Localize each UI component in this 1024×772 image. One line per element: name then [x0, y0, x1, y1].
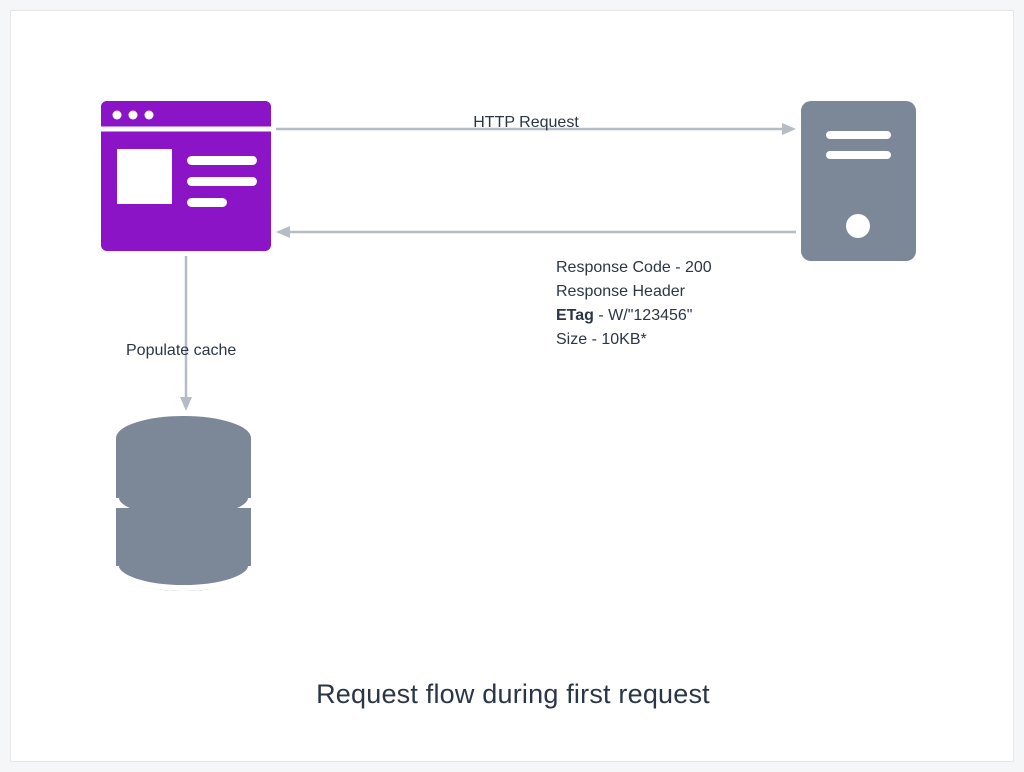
populate-cache-label: Populate cache: [126, 342, 256, 360]
database-icon: [116, 416, 251, 591]
response-code-line: Response Code - 200: [556, 256, 712, 280]
response-etag-value: W/"123456": [608, 307, 692, 324]
response-etag-line: ETag - W/"123456": [556, 304, 712, 328]
populate-cache-arrow: [179, 256, 193, 411]
response-size-value: 10KB*: [601, 331, 646, 348]
diagram-canvas: HTTP Request Populate cache Response Cod…: [10, 10, 1014, 762]
http-request-label: HTTP Request: [441, 114, 611, 132]
response-size-label: Size: [556, 331, 587, 348]
diagram-title: Request flow during first request: [11, 679, 1015, 710]
response-size-line: Size - 10KB*: [556, 328, 712, 352]
response-header-line: Response Header: [556, 280, 712, 304]
response-code-label: Response Code: [556, 259, 671, 276]
response-etag-label: ETag: [556, 307, 594, 324]
browser-icon: [101, 101, 271, 251]
response-details: Response Code - 200 Response Header ETag…: [556, 256, 712, 352]
response-code-value: 200: [685, 259, 712, 276]
response-arrow: [276, 225, 796, 239]
server-icon: [801, 101, 916, 261]
